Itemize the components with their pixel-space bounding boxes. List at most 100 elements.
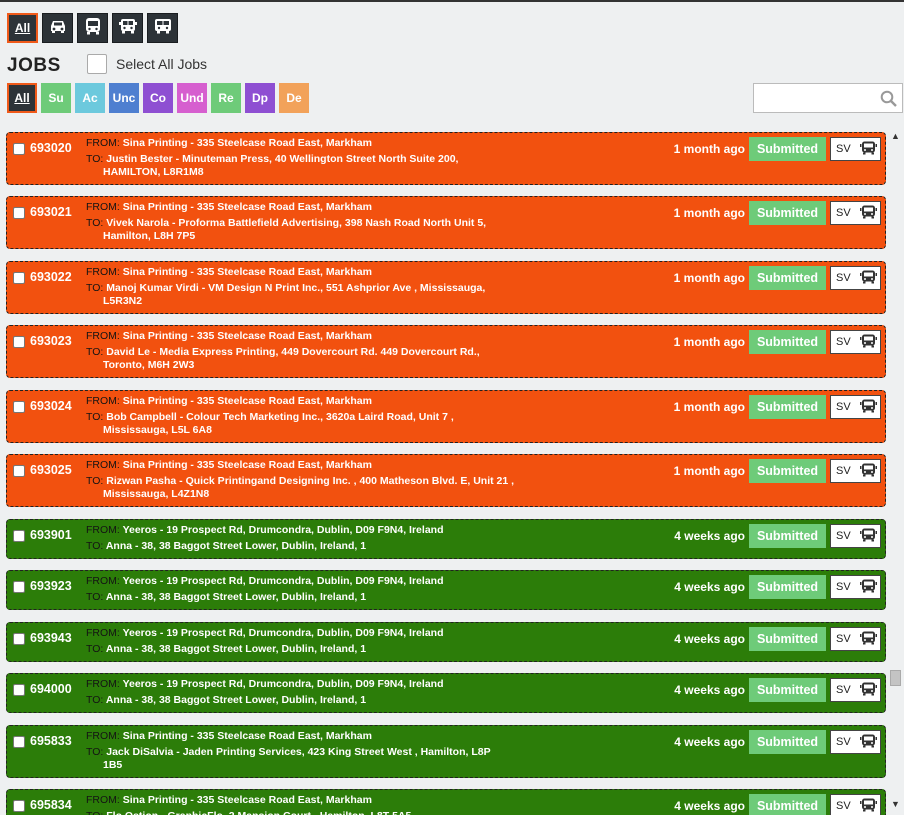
- from-address: Sina Printing - 335 Steelcase Road East,…: [122, 201, 372, 213]
- status-badge[interactable]: Submitted: [749, 459, 826, 483]
- vehicle-type-button[interactable]: SV: [830, 137, 881, 161]
- status-badge[interactable]: Submitted: [749, 575, 826, 599]
- to-address: Anna - 38, 38 Baggot Street Lower, Dubli…: [105, 591, 367, 603]
- vehicle-code: SV: [836, 336, 851, 348]
- status-tab-dp[interactable]: Dp: [245, 83, 275, 113]
- job-row[interactable]: 693943 FROM: Yeeros - 19 Prospect Rd, Dru…: [6, 622, 886, 662]
- job-row[interactable]: 693020 FROM: Sina Printing - 335 Steelcas…: [6, 132, 886, 185]
- job-checkbox[interactable]: [13, 272, 25, 284]
- from-label: FROM:: [86, 627, 120, 639]
- job-id[interactable]: 693901: [30, 528, 72, 542]
- vehicle-type-button[interactable]: SV: [830, 395, 881, 419]
- vehicle-type-button[interactable]: SV: [830, 627, 881, 651]
- vehicle-type-button[interactable]: SV: [830, 678, 881, 702]
- job-row[interactable]: 693025 FROM: Sina Printing - 335 Steelcas…: [6, 454, 886, 507]
- job-checkbox[interactable]: [13, 684, 25, 696]
- status-badge[interactable]: Submitted: [749, 137, 826, 161]
- vehicle-type-button[interactable]: SV: [830, 794, 881, 815]
- bus-icon: [859, 682, 877, 699]
- vehicle-tab-van[interactable]: [147, 13, 178, 43]
- job-checkbox[interactable]: [13, 736, 25, 748]
- job-id[interactable]: 693023: [30, 334, 72, 348]
- from-address: Sina Printing - 335 Steelcase Road East,…: [122, 395, 372, 407]
- vehicle-type-button[interactable]: SV: [830, 330, 881, 354]
- select-all-jobs[interactable]: Select All Jobs: [87, 54, 207, 74]
- vehicle-tab-bus[interactable]: [77, 13, 108, 43]
- status-tab-ac[interactable]: Ac: [75, 83, 105, 113]
- job-id[interactable]: 695833: [30, 734, 72, 748]
- vehicle-type-button[interactable]: SV: [830, 459, 881, 483]
- job-row[interactable]: 693021 FROM: Sina Printing - 335 Steelcas…: [6, 196, 886, 249]
- job-checkbox[interactable]: [13, 143, 25, 155]
- job-id[interactable]: 693020: [30, 141, 72, 155]
- to-address: Justin Bester - Minuteman Press, 40 Well…: [106, 153, 459, 165]
- status-badge[interactable]: Submitted: [749, 524, 826, 548]
- vehicle-type-button[interactable]: SV: [830, 266, 881, 290]
- to-address: David Le - Media Express Printing, 449 D…: [106, 346, 480, 358]
- search-input[interactable]: [754, 84, 874, 112]
- vehicle-code: SV: [836, 465, 851, 477]
- scroll-down-icon[interactable]: ▼: [891, 799, 900, 809]
- job-id[interactable]: 694000: [30, 682, 72, 696]
- status-tab-co[interactable]: Co: [143, 83, 173, 113]
- job-row[interactable]: 695834 FROM: Sina Printing - 335 Steelcas…: [6, 789, 886, 815]
- job-checkbox[interactable]: [13, 530, 25, 542]
- status-badge[interactable]: Submitted: [749, 201, 826, 225]
- scroll-up-icon[interactable]: ▲: [891, 131, 900, 141]
- status-badge[interactable]: Submitted: [749, 678, 826, 702]
- job-id[interactable]: 695834: [30, 798, 72, 812]
- status-tab-unc[interactable]: Unc: [109, 83, 139, 113]
- status-tab-re[interactable]: Re: [211, 83, 241, 113]
- status-tab-de[interactable]: De: [279, 83, 309, 113]
- job-from: FROM: Yeeros - 19 Prospect Rd, Drumcondr…: [86, 575, 443, 587]
- job-row[interactable]: 693023 FROM: Sina Printing - 335 Steelcas…: [6, 325, 886, 378]
- status-badge[interactable]: Submitted: [749, 730, 826, 754]
- job-id[interactable]: 693025: [30, 463, 72, 477]
- bus-icon: [859, 579, 877, 596]
- search-icon[interactable]: [880, 90, 897, 112]
- status-badge[interactable]: Submitted: [749, 794, 826, 815]
- bus-icon: [859, 334, 877, 351]
- from-address: Sina Printing - 335 Steelcase Road East,…: [122, 730, 372, 742]
- vehicle-type-button[interactable]: SV: [830, 730, 881, 754]
- status-badge[interactable]: Submitted: [749, 330, 826, 354]
- job-checkbox[interactable]: [13, 581, 25, 593]
- job-row[interactable]: 693022 FROM: Sina Printing - 335 Steelcas…: [6, 261, 886, 314]
- job-id[interactable]: 693943: [30, 631, 72, 645]
- job-row[interactable]: 693923 FROM: Yeeros - 19 Prospect Rd, Dru…: [6, 570, 886, 610]
- job-id[interactable]: 693022: [30, 270, 72, 284]
- status-tab-all[interactable]: All: [7, 83, 37, 113]
- scrollbar-thumb[interactable]: [890, 670, 901, 686]
- job-id[interactable]: 693923: [30, 579, 72, 593]
- job-checkbox[interactable]: [13, 633, 25, 645]
- job-checkbox[interactable]: [13, 401, 25, 413]
- from-address: Sina Printing - 335 Steelcase Road East,…: [122, 330, 372, 342]
- job-row[interactable]: 694000 FROM: Yeeros - 19 Prospect Rd, Dru…: [6, 673, 886, 713]
- job-row[interactable]: 695833 FROM: Sina Printing - 335 Steelcas…: [6, 725, 886, 778]
- job-checkbox[interactable]: [13, 207, 25, 219]
- job-id[interactable]: 693024: [30, 399, 72, 413]
- status-tab-su[interactable]: Su: [41, 83, 71, 113]
- status-tab-und[interactable]: Und: [177, 83, 207, 113]
- job-from: FROM: Sina Printing - 335 Steelcase Road…: [86, 395, 372, 407]
- bus-icon: [859, 270, 877, 287]
- job-checkbox[interactable]: [13, 336, 25, 348]
- job-time-ago: 1 month ago: [673, 206, 745, 220]
- vehicle-tab-all[interactable]: All: [7, 13, 38, 43]
- job-checkbox[interactable]: [13, 465, 25, 477]
- job-row[interactable]: 693024 FROM: Sina Printing - 335 Steelcas…: [6, 390, 886, 443]
- vehicle-type-button[interactable]: SV: [830, 524, 881, 548]
- job-id[interactable]: 693021: [30, 205, 72, 219]
- select-all-checkbox[interactable]: [87, 54, 107, 74]
- job-to: TO: Anna - 38, 38 Baggot Street Lower, D…: [86, 643, 366, 655]
- status-badge[interactable]: Submitted: [749, 627, 826, 651]
- vehicle-tab-car[interactable]: [42, 13, 73, 43]
- job-checkbox[interactable]: [13, 800, 25, 812]
- vehicle-type-button[interactable]: SV: [830, 575, 881, 599]
- status-badge[interactable]: Submitted: [749, 395, 826, 419]
- scrollbar[interactable]: ▲ ▼: [887, 129, 904, 815]
- job-row[interactable]: 693901 FROM: Yeeros - 19 Prospect Rd, Dru…: [6, 519, 886, 559]
- status-badge[interactable]: Submitted: [749, 266, 826, 290]
- vehicle-tab-truck[interactable]: [112, 13, 143, 43]
- vehicle-type-button[interactable]: SV: [830, 201, 881, 225]
